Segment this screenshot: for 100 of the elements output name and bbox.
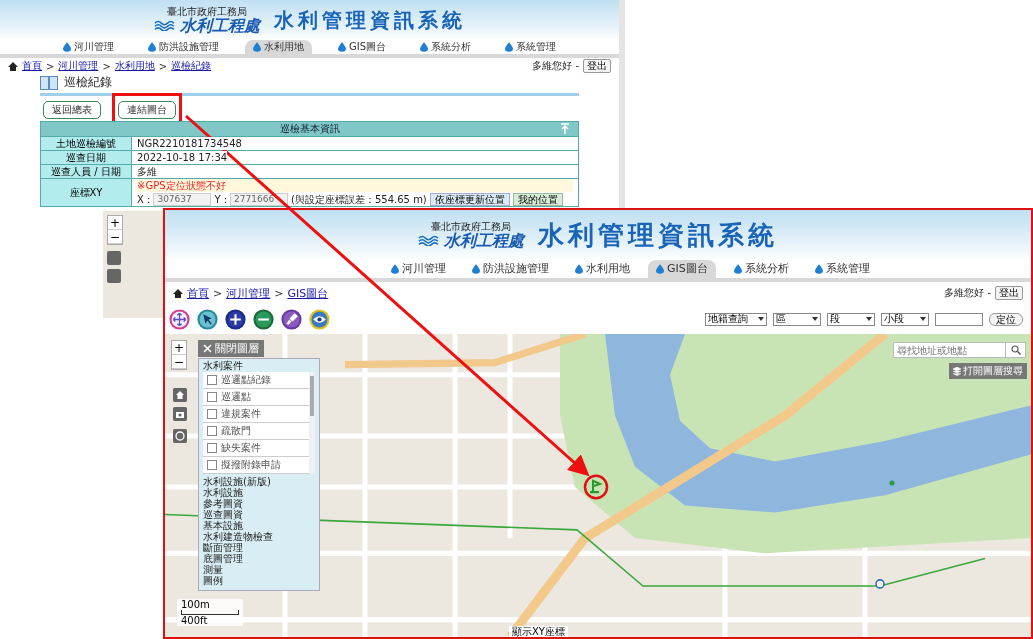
row-value: 多維 [137, 165, 157, 178]
layer-group[interactable]: 底圖管理 [203, 553, 315, 564]
book-icon [40, 75, 58, 90]
layer-group[interactable]: 基本設施 [203, 520, 315, 531]
nav-tab[interactable]: 系統管理 [497, 40, 564, 54]
breadcrumb-link[interactable]: 首頁 [187, 285, 209, 301]
breadcrumb-link[interactable]: 首頁 [22, 59, 42, 73]
eye-tool-icon[interactable] [309, 308, 330, 330]
system-title: 水利管理資訊系統 [273, 6, 466, 34]
layer-checkbox[interactable] [207, 375, 217, 385]
nav-tab[interactable]: 河川管理 [54, 40, 122, 54]
layer-group[interactable]: 斷面管理 [203, 542, 315, 553]
nav-tab[interactable]: 水利用地 [567, 260, 638, 278]
water-drop-icon [420, 42, 428, 52]
location-marker-icon[interactable] [583, 474, 609, 500]
water-drop-icon [575, 264, 583, 274]
breadcrumb-link[interactable]: 巡檢紀錄 [171, 59, 212, 73]
nav-tab[interactable]: 水利用地 [244, 40, 312, 54]
layer-group[interactable]: 測量 [203, 564, 315, 575]
nav-tab[interactable]: 系統分析 [412, 40, 479, 54]
layer-checkbox[interactable] [207, 443, 217, 453]
locate-button[interactable]: 定位 [989, 312, 1023, 326]
nav-tab[interactable]: 系統管理 [806, 260, 878, 278]
water-drop-icon [814, 264, 823, 274]
address-search-field[interactable]: 尋找地址或地點 [893, 342, 1026, 358]
layer-group[interactable]: 圖例 [203, 575, 315, 586]
zoom-button[interactable]: + [108, 216, 122, 230]
page-title: 巡檢紀錄 [64, 74, 112, 91]
row-label: 巡查人員 / 日期 [41, 165, 132, 178]
nav-tab[interactable]: 防洪設施管理 [139, 40, 227, 54]
breadcrumb-link[interactable]: 水利用地 [114, 59, 155, 73]
scale-bar: 100m 400ft [177, 599, 243, 626]
layer-item[interactable]: 疏散門 [203, 423, 309, 440]
row-label: 土地巡檢編號 [41, 137, 132, 150]
nav-tab[interactable]: GIS圖台 [648, 260, 716, 278]
layer-item[interactable]: 巡邏點 [203, 389, 309, 406]
layer-group[interactable]: 水利建造物檢查 [203, 531, 315, 542]
layer-group[interactable]: 水利設施 [203, 487, 315, 498]
coordinate-button[interactable]: 依座標更新位置 [429, 192, 510, 206]
action-button[interactable]: 連結圖台 [118, 101, 176, 119]
layers-icon [953, 366, 961, 376]
layer-checkbox[interactable] [207, 426, 217, 436]
filter-select[interactable]: 小段 [881, 312, 929, 326]
layer-group[interactable]: 參考圖資 [203, 498, 315, 509]
home-icon [8, 61, 18, 71]
water-drop-icon [62, 42, 71, 52]
scrollbar[interactable] [309, 372, 315, 474]
water-drop-icon [252, 42, 261, 52]
breadcrumb-link[interactable]: 河川管理 [226, 285, 271, 301]
layer-group[interactable]: 巡查圖資 [203, 509, 315, 520]
action-button[interactable]: 返回總表 [43, 101, 101, 119]
breadcrumb-link[interactable]: 河川管理 [58, 59, 99, 73]
water-drop-icon [391, 264, 399, 274]
breadcrumb-separator: > [158, 60, 168, 72]
breadcrumb-separator: > [102, 60, 111, 72]
system-title: 水利管理資訊系統 [538, 218, 778, 252]
logout-button[interactable]: 登出 [995, 286, 1023, 300]
layer-group[interactable]: 水利設施(新版) [203, 476, 315, 487]
nav-tab[interactable]: 系統分析 [725, 260, 797, 278]
move-tool-icon[interactable] [169, 308, 190, 330]
layer-item[interactable]: 違規案件 [203, 406, 309, 423]
search-input[interactable] [935, 312, 983, 326]
nav-tab[interactable]: GIS圖台 [329, 40, 394, 54]
breadcrumb-link[interactable]: GIS圖台 [287, 285, 329, 301]
layer-checkbox[interactable] [207, 409, 217, 419]
agency-name: 臺北市政府工務局 [431, 221, 511, 232]
nav-tab[interactable]: 防洪設施管理 [464, 260, 557, 278]
layer-item[interactable]: 擬撥附錄申請 [203, 457, 309, 474]
filter-select[interactable]: 段 [827, 312, 875, 326]
layer-search-button[interactable]: 打開圖層搜尋 [949, 363, 1027, 379]
close-layers-button[interactable]: 關閉圖層 [198, 340, 264, 357]
breadcrumb-separator: > [213, 286, 223, 300]
zoom-in-icon[interactable] [225, 308, 246, 330]
brush-tool-icon[interactable] [281, 308, 302, 330]
home-icon [173, 288, 183, 298]
x-input[interactable]: 307637 [153, 192, 212, 206]
coordinate-button[interactable]: 我的位置 [512, 192, 563, 206]
agency-name: 臺北市政府工務局 [166, 6, 247, 17]
camera-button[interactable] [173, 407, 187, 421]
zoom-button[interactable]: + [172, 341, 186, 355]
xy-toggle[interactable]: 顯示XY座標 [509, 626, 568, 637]
water-drop-icon [505, 42, 513, 52]
logout-button[interactable]: 登出 [583, 59, 611, 73]
layer-checkbox[interactable] [207, 392, 217, 402]
water-drop-icon [656, 264, 664, 274]
gps-warning: ※GPS定位狀態不好 [137, 179, 573, 192]
cursor-tool-icon[interactable] [197, 308, 218, 330]
layer-checkbox[interactable] [207, 460, 217, 470]
nav-tab[interactable]: 河川管理 [383, 260, 454, 278]
row-value: 2022-10-18 17:34 [137, 151, 228, 164]
water-drop-icon [337, 42, 346, 52]
zoom-out-icon[interactable] [253, 308, 274, 330]
layer-item[interactable]: 巡邏點紀錄 [203, 372, 309, 389]
filter-select[interactable]: 地籍查詢 [705, 312, 767, 326]
layer-item[interactable]: 缺失案件 [203, 440, 309, 457]
caret-icon [866, 317, 872, 321]
filter-select[interactable]: 區 [773, 312, 821, 326]
error-note: (與設定座標誤差：554.65 m) [291, 192, 427, 206]
y-input[interactable]: 2771666 [230, 192, 289, 206]
row-label: 座標XY [41, 179, 132, 206]
